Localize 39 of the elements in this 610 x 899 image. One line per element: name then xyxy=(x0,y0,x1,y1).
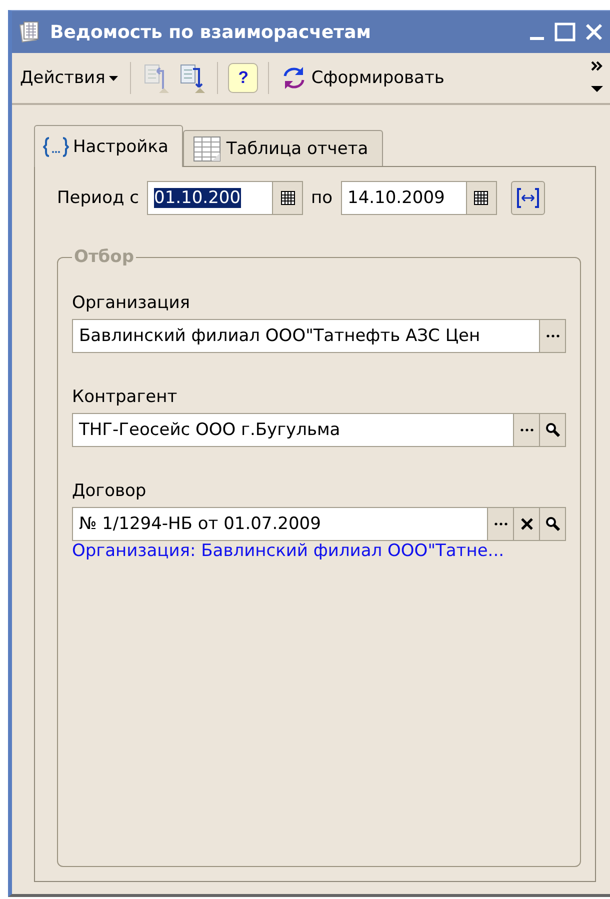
braces-icon xyxy=(43,134,69,158)
field-label: Организация xyxy=(72,293,191,313)
calendar-icon xyxy=(474,191,488,205)
calendar-button[interactable] xyxy=(272,182,302,214)
clear-button[interactable] xyxy=(513,508,539,540)
period-button[interactable] xyxy=(510,181,545,215)
date-value: 14.10.2009 xyxy=(348,188,445,208)
to-label: по xyxy=(311,188,333,208)
search-button[interactable] xyxy=(539,508,565,540)
table-icon xyxy=(192,134,222,162)
field-label: Договор xyxy=(72,481,148,501)
ellipsis-icon xyxy=(546,334,560,338)
clear-icon xyxy=(520,518,532,530)
expand-arrows-icon xyxy=(514,187,541,209)
ellipsis-icon xyxy=(520,428,534,432)
tab[interactable]: Таблица отчета xyxy=(183,130,384,166)
document-arrow-down-icon xyxy=(179,63,206,93)
close-icon[interactable] xyxy=(584,22,604,42)
date-value: 01.10.200 xyxy=(154,188,241,208)
generate-button[interactable]: Сформировать xyxy=(279,63,446,93)
field-label: Контрагент xyxy=(72,387,178,407)
calendar-icon xyxy=(280,191,294,205)
choose-button[interactable] xyxy=(539,320,565,352)
tab[interactable]: Настройка xyxy=(34,125,184,167)
document-arrow-up-icon xyxy=(143,63,170,93)
window-title: Ведомость по взаиморасчетам xyxy=(50,22,372,42)
search-icon xyxy=(544,516,560,532)
search-icon xyxy=(544,422,560,438)
date-from-field[interactable]: 01.10.200 xyxy=(147,181,303,215)
help-button[interactable]: ? xyxy=(228,63,258,93)
period-label: Период с xyxy=(57,188,139,208)
date-to-field[interactable]: 14.10.2009 xyxy=(340,181,497,215)
actions-menu[interactable]: Действия xyxy=(18,66,120,90)
maximize-icon[interactable] xyxy=(554,22,576,42)
group-title: Отбор xyxy=(73,247,136,267)
ellipsis-icon xyxy=(494,522,508,526)
search-button[interactable] xyxy=(539,414,565,446)
calendar-button[interactable] xyxy=(466,182,496,214)
caret-icon xyxy=(109,76,118,80)
